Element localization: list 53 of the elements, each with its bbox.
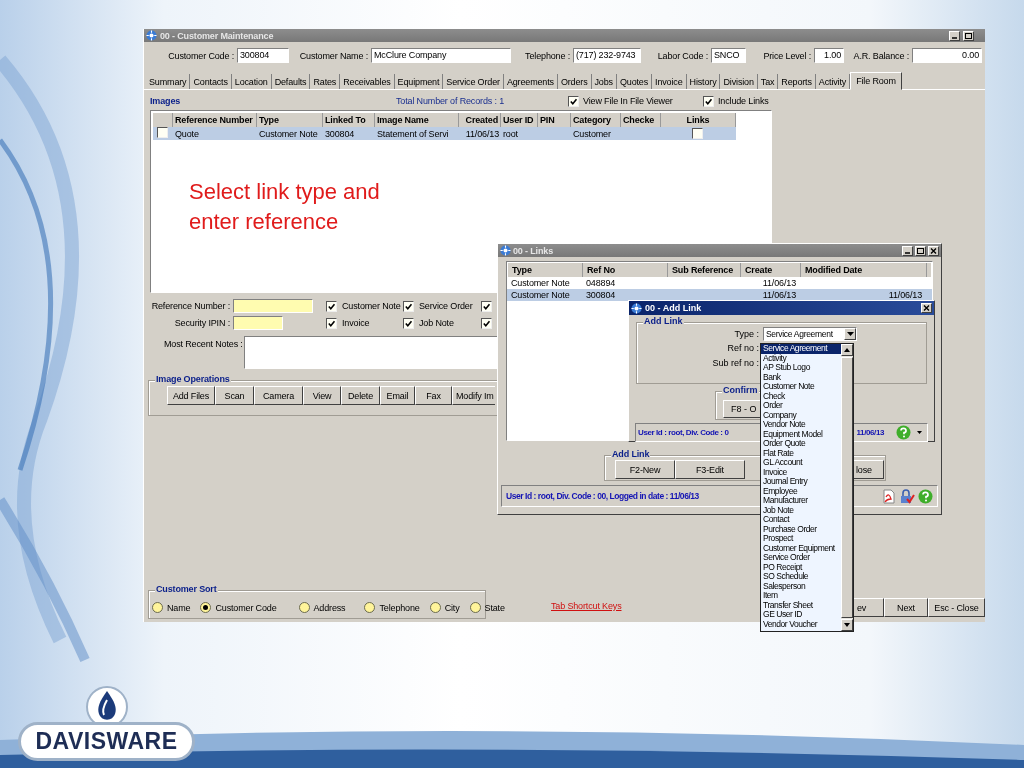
group-title: Image Operations (155, 374, 231, 384)
table-cell-text: Statement of Servi (376, 128, 450, 139)
radio-label: Telephone (379, 602, 420, 613)
checkbox-label: Customer Note (342, 301, 401, 311)
table-cell-text: Customer Note (510, 278, 571, 288)
field-label: Sub ref no : (711, 357, 760, 368)
table-cell-text: 11/06/13 (761, 278, 797, 288)
table-cell-text: 11/06/13 (464, 128, 500, 139)
field-label: Security IPIN : (173, 318, 231, 328)
window-title: 00 - Links (513, 245, 554, 256)
field-label: Labor Code : (657, 50, 708, 61)
status-text: User Id : root, Div. Code : 0 (638, 428, 729, 437)
table-cell-text: 300804 (585, 290, 617, 300)
field-label: Customer Code : (168, 50, 234, 61)
group-title: Images (149, 96, 182, 106)
field-label: Ref no : (726, 343, 760, 353)
logo-text: DAVISWARE (18, 722, 195, 761)
table-cell-text: Customer (572, 128, 612, 139)
field-label: A.R. Balance : (853, 50, 909, 61)
checkbox-label: Service Order (419, 301, 473, 311)
table-cell-text: 11/06/13 (761, 290, 797, 300)
checkbox-label: Job Note (419, 318, 454, 328)
window-title: 00 - Customer Maintenance (160, 30, 275, 41)
group-title: Confirm (722, 385, 759, 395)
table-cell-text: Customer Note (258, 128, 319, 139)
radio-label: Customer Code (215, 602, 277, 613)
checkbox-label: Invoice (342, 318, 370, 328)
field-label: Reference Number : (150, 301, 231, 311)
table-cell-text: Customer Note (510, 290, 571, 300)
table-cell-text: root (502, 128, 519, 139)
checkbox-label: Include Links (718, 96, 769, 106)
group-title: Add Link (643, 316, 684, 326)
radio-label: State (484, 602, 505, 613)
table-cell-text: 048894 (585, 278, 617, 288)
table-cell-text: 300804 (324, 128, 356, 139)
radio-label: City (444, 602, 460, 613)
field-label: Customer Name : (299, 50, 368, 61)
status-date: 11/06/13 (856, 428, 884, 437)
radio-label: Name (167, 602, 191, 613)
dialog-title: 00 - Add Link (645, 303, 703, 313)
group-title: Add Link (611, 449, 651, 459)
group-title: Customer Sort (155, 584, 218, 594)
checkbox-label: View File In File Viewer (583, 96, 673, 106)
annotation-text: Select link type and enter reference (189, 178, 381, 236)
table-cell-text: Quote (174, 128, 200, 139)
field-label: Price Level : (763, 50, 811, 61)
field-label: Telephone : (525, 50, 570, 61)
radio-label: Address (313, 602, 346, 613)
record-count: Total Number of Records : 1 (396, 96, 505, 106)
status-text: User Id : root, Div. Code : 00, Logged in date : 11/06/13 (506, 491, 699, 501)
table-cell-text: 11/06/13 (887, 290, 923, 300)
field-label: Most Recent Notes : (164, 339, 244, 351)
field-label: Type : (733, 329, 760, 339)
